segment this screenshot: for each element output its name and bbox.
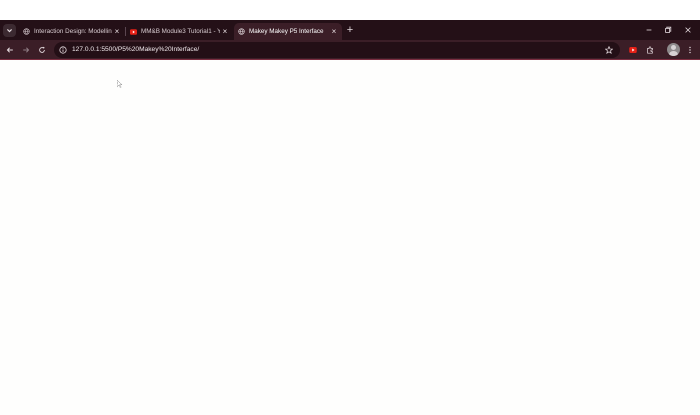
avatar-body (669, 51, 678, 56)
address-bar[interactable]: 127.0.0.1:5500/P5%20Makey%20Interface/ (54, 42, 620, 58)
profile-avatar[interactable] (667, 43, 680, 56)
tab-close-button[interactable]: × (329, 27, 339, 37)
bookmark-star-icon[interactable] (603, 44, 615, 56)
browser-window: Interaction Design: Modelling × MM&B Mod… (0, 20, 700, 415)
restore-icon (665, 26, 672, 33)
new-tab-button[interactable]: + (344, 24, 356, 36)
tab-youtube-tutorial[interactable]: MM&B Module3 Tutorial1 - Yo × (126, 23, 233, 40)
tab-strip: Interaction Design: Modelling × MM&B Mod… (0, 20, 700, 40)
back-button[interactable] (3, 43, 17, 57)
cursor-icon (117, 80, 123, 88)
close-window-button[interactable] (677, 20, 699, 40)
menu-button[interactable] (683, 43, 697, 57)
toolbar: 127.0.0.1:5500/P5%20Makey%20Interface/ (0, 40, 700, 60)
youtube-icon (130, 28, 137, 35)
extensions-puzzle-icon[interactable] (643, 43, 657, 57)
tab-search-button[interactable] (3, 24, 16, 37)
youtube-extension-icon[interactable] (626, 43, 640, 57)
tab-label: Interaction Design: Modelling (34, 28, 112, 35)
page-content[interactable] (0, 61, 700, 415)
tab-label: MM&B Module3 Tutorial1 - Yo (141, 28, 220, 35)
chevron-down-icon (7, 29, 12, 33)
globe-icon (23, 28, 30, 35)
minimize-icon (646, 29, 652, 31)
reload-icon (39, 46, 45, 53)
globe-icon (238, 28, 245, 35)
tab-makey-makey[interactable]: Makey Makey P5 Interface × (234, 23, 342, 40)
kebab-menu-icon (689, 46, 691, 54)
arrow-left-icon (6, 47, 13, 53)
tab-interaction-design[interactable]: Interaction Design: Modelling × (19, 23, 125, 40)
forward-button[interactable] (19, 43, 33, 57)
arrow-right-icon (23, 47, 30, 53)
tab-close-button[interactable]: × (220, 27, 230, 37)
close-icon (685, 27, 691, 33)
avatar-head (671, 45, 676, 50)
restore-button[interactable] (657, 20, 679, 40)
url-text[interactable]: 127.0.0.1:5500/P5%20Makey%20Interface/ (72, 42, 199, 58)
reload-button[interactable] (35, 43, 49, 57)
tab-close-button[interactable]: × (112, 27, 122, 37)
site-info-icon[interactable] (58, 45, 68, 55)
tab-label: Makey Makey P5 Interface (249, 28, 324, 35)
